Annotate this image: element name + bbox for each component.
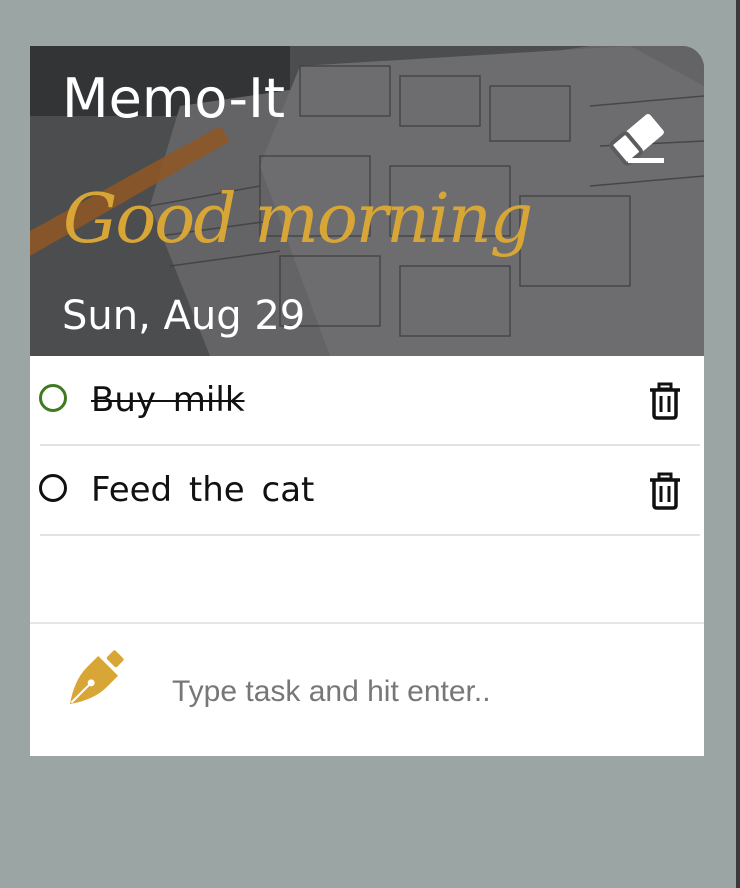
current-date: Sun, Aug 29 bbox=[62, 293, 306, 339]
new-task-bar bbox=[30, 622, 704, 756]
window-edge bbox=[736, 0, 740, 888]
task-item: Buy milk bbox=[30, 356, 704, 446]
delete-task-button[interactable] bbox=[648, 382, 682, 420]
app-title: Memo-It bbox=[62, 67, 286, 130]
eraser-icon bbox=[609, 113, 664, 166]
header-banner: Memo-It Good morning Sun, Aug 29 bbox=[30, 46, 704, 356]
task-label: Buy milk bbox=[91, 380, 245, 420]
fountain-pen-icon bbox=[69, 650, 124, 705]
delete-task-button[interactable] bbox=[648, 472, 682, 510]
clear-all-button[interactable] bbox=[606, 110, 668, 166]
task-complete-toggle[interactable] bbox=[39, 384, 67, 412]
task-complete-toggle[interactable] bbox=[39, 474, 67, 502]
memo-card: Memo-It Good morning Sun, Aug 29 Buy mil… bbox=[30, 46, 704, 756]
task-item: Feed the cat bbox=[30, 446, 704, 536]
task-label: Feed the cat bbox=[91, 470, 315, 510]
trash-icon bbox=[650, 382, 680, 420]
trash-icon bbox=[650, 472, 680, 510]
task-divider bbox=[40, 534, 700, 536]
new-task-input[interactable] bbox=[172, 668, 672, 716]
greeting-text: Good morning bbox=[63, 180, 533, 259]
